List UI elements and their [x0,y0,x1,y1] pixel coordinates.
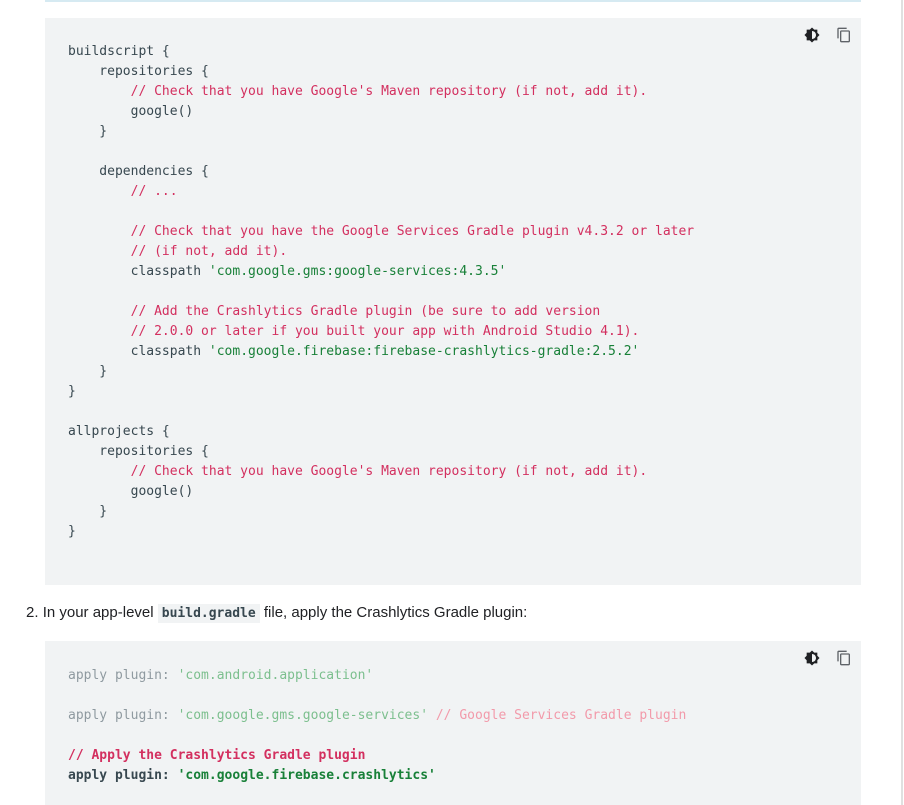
code-line: buildscript { [68,42,694,62]
code-text-segment: google() [68,104,194,119]
code-string: 'com.google.gms.google-services' [177,708,429,723]
code-text-segment: repositories { [68,64,209,79]
top-divider [45,0,861,2]
step-text-before: In your app-level [42,604,154,621]
code-block-project-gradle: buildscript { repositories { // Check th… [45,18,861,585]
code-line: apply plugin: 'com.android.application' [68,666,686,686]
code-comment: // ... [68,184,178,199]
code-line: apply plugin: 'com.google.gms.google-ser… [68,706,686,726]
code-line: // Apply the Crashlytics Gradle plugin [68,746,686,766]
code-text-segment: } [68,124,108,139]
code-line: } [68,522,694,542]
code-text-segment: classpath [68,344,209,359]
step-text-after: file, apply the Crashlytics Gradle plugi… [263,604,528,621]
code-comment: // Apply the Crashlytics Gradle plugin [68,748,366,763]
code-string: 'com.google.firebase.crashlytics' [177,768,436,783]
code-line: // Check that you have Google's Maven re… [68,462,694,482]
code-comment: // Check that you have Google's Maven re… [68,84,648,99]
copy-icon[interactable] [835,26,853,44]
code-toolbar [803,649,853,667]
copy-icon[interactable] [835,649,853,667]
code-line: } [68,382,694,402]
code-string: 'com.google.firebase:firebase-crashlytic… [208,344,640,359]
code-toolbar [803,26,853,44]
code-text-segment: dependencies { [68,164,209,179]
code-line: classpath 'com.google.gms:google-service… [68,262,694,282]
code-line: allprojects { [68,422,694,442]
code-comment: // Add the Crashlytics Gradle plugin (be… [68,304,601,319]
code-text-segment: } [68,524,76,539]
code-line: } [68,362,694,382]
code-text[interactable]: apply plugin: 'com.android.application' … [68,666,686,786]
code-text[interactable]: buildscript { repositories { // Check th… [68,42,694,542]
code-comment: // Google Services Gradle plugin [428,708,687,723]
code-text-segment: } [68,364,108,379]
code-comment: // Check that you have Google's Maven re… [68,464,648,479]
code-comment: // Check that you have the Google Servic… [68,224,695,239]
code-line: repositories { [68,442,694,462]
code-text-segment: } [68,384,76,399]
code-text-segment: apply plugin: [68,768,178,783]
inline-code-build-gradle: build.gradle [157,604,260,623]
code-line: repositories { [68,62,694,82]
code-text-segment: apply plugin: [68,668,178,683]
code-string: 'com.android.application' [177,668,374,683]
code-text-segment: apply plugin: [68,708,178,723]
code-text-segment: buildscript { [68,44,170,59]
step-2-instruction: 2. In your app-level build.gradle file, … [26,602,886,625]
code-text-segment: classpath [68,264,209,279]
code-line: classpath 'com.google.firebase:firebase-… [68,342,694,362]
code-comment: // (if not, add it). [68,244,288,259]
code-line: apply plugin: 'com.google.firebase.crash… [68,766,686,786]
code-comment: // 2.0.0 or later if you built your app … [68,324,640,339]
code-line: } [68,502,694,522]
code-line: // 2.0.0 or later if you built your app … [68,322,694,342]
code-string: 'com.google.gms:google-services:4.3.5' [208,264,507,279]
code-line: // ... [68,182,694,202]
code-line: // Add the Crashlytics Gradle plugin (be… [68,302,694,322]
code-text-segment: repositories { [68,444,209,459]
code-line: // Check that you have the Google Servic… [68,222,695,242]
code-text-segment: } [68,504,108,519]
code-line: } [68,122,694,142]
code-line: google() [68,482,694,502]
scrollbar-track[interactable] [901,0,903,805]
brightness-contrast-icon[interactable] [803,26,821,44]
step-number: 2. [26,604,39,621]
brightness-contrast-icon[interactable] [803,649,821,667]
code-block-app-gradle: apply plugin: 'com.android.application' … [45,641,861,805]
code-line: // Check that you have Google's Maven re… [68,82,694,102]
code-line: // (if not, add it). [68,242,694,262]
code-text-segment: google() [68,484,194,499]
code-line: google() [68,102,694,122]
code-line: dependencies { [68,162,694,182]
code-text-segment: allprojects { [68,424,170,439]
